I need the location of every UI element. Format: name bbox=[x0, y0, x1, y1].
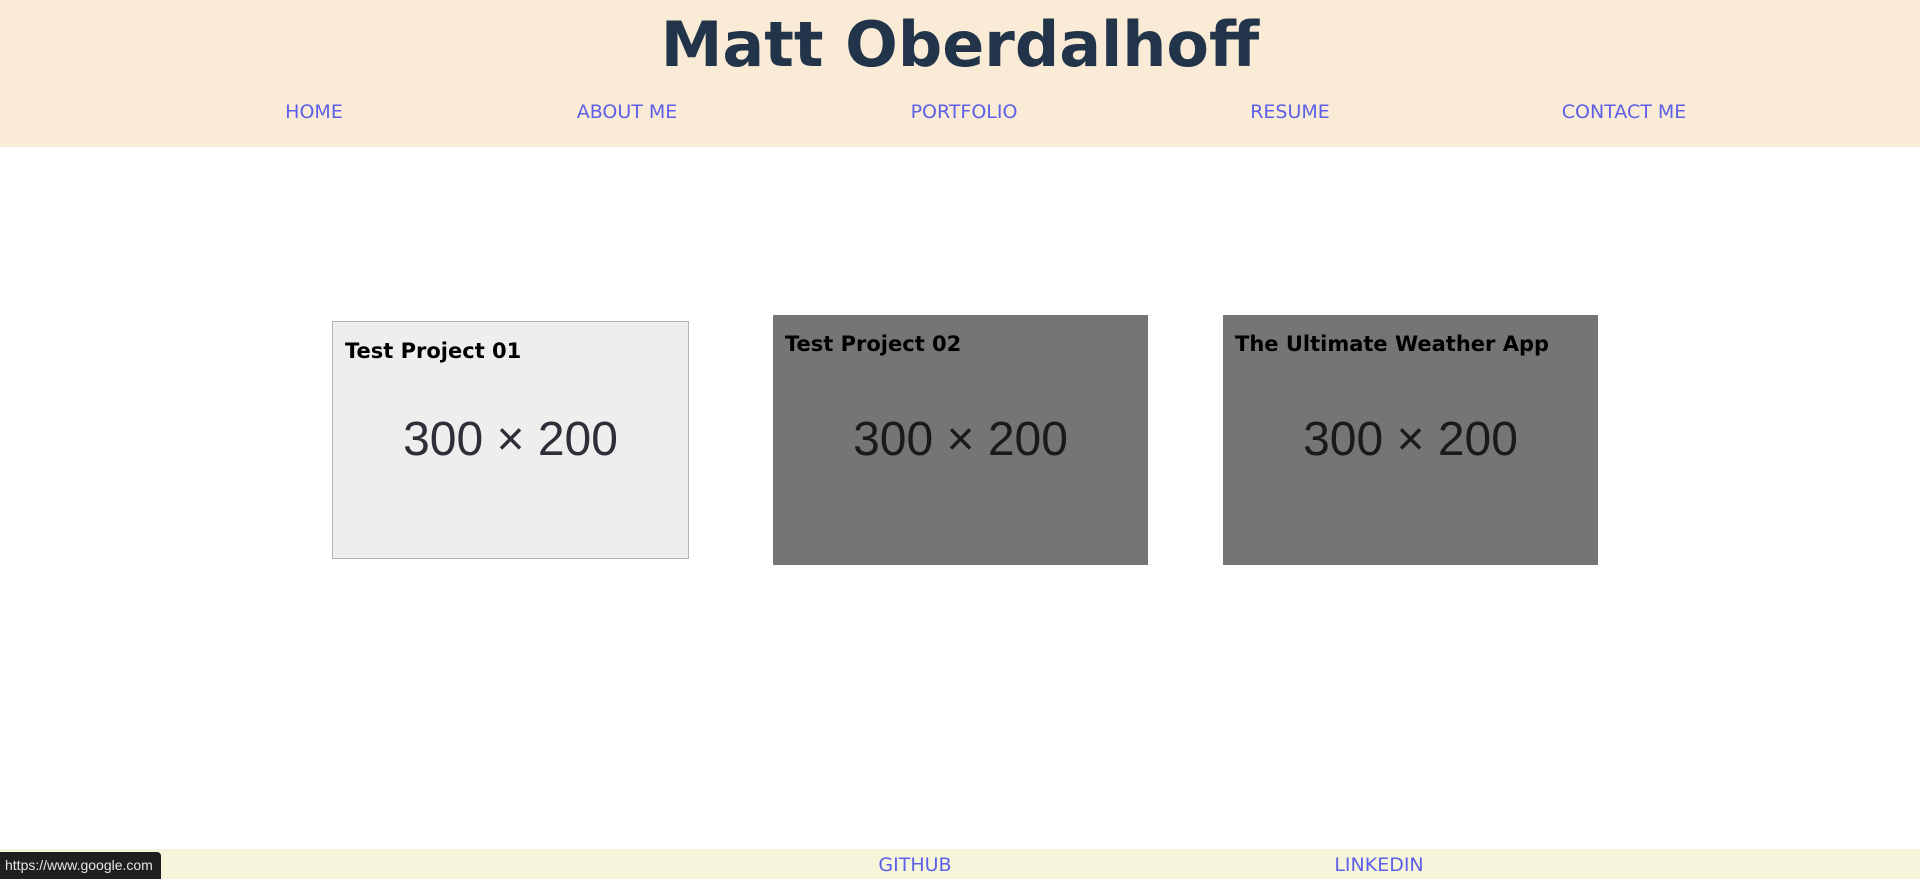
nav-home-link[interactable]: HOME bbox=[285, 100, 343, 124]
project-image-placeholder: 300 × 200 bbox=[1303, 413, 1518, 466]
project-title: The Ultimate Weather App bbox=[1235, 332, 1550, 356]
site-title: Matt Oberdalhoff bbox=[660, 8, 1260, 81]
site-footer: GITHUB LINKEDIN bbox=[0, 849, 1920, 879]
project-title: Test Project 01 bbox=[345, 339, 522, 363]
page: Matt Oberdalhoff HOME ABOUT ME PORTFOLIO… bbox=[0, 0, 1920, 879]
project-card-2[interactable]: Test Project 02 300 × 200 bbox=[773, 315, 1148, 565]
nav-about-link[interactable]: ABOUT ME bbox=[577, 100, 678, 124]
project-image-placeholder: 300 × 200 bbox=[853, 413, 1068, 466]
project-title: Test Project 02 bbox=[785, 332, 962, 356]
nav-contact-link[interactable]: CONTACT ME bbox=[1562, 100, 1687, 124]
project-image-placeholder: 300 × 200 bbox=[403, 413, 618, 466]
github-link[interactable]: GITHUB bbox=[878, 853, 951, 877]
nav-resume-link[interactable]: RESUME bbox=[1250, 100, 1330, 124]
project-card-1[interactable]: Test Project 01 300 × 200 bbox=[332, 321, 689, 559]
nav-portfolio-link[interactable]: PORTFOLIO bbox=[911, 100, 1018, 124]
project-card-3[interactable]: The Ultimate Weather App 300 × 200 bbox=[1223, 315, 1598, 565]
site-header: Matt Oberdalhoff HOME ABOUT ME PORTFOLIO… bbox=[0, 0, 1920, 147]
linkedin-link[interactable]: LINKEDIN bbox=[1334, 853, 1423, 877]
status-bar-url: https://www.google.com bbox=[0, 852, 161, 879]
